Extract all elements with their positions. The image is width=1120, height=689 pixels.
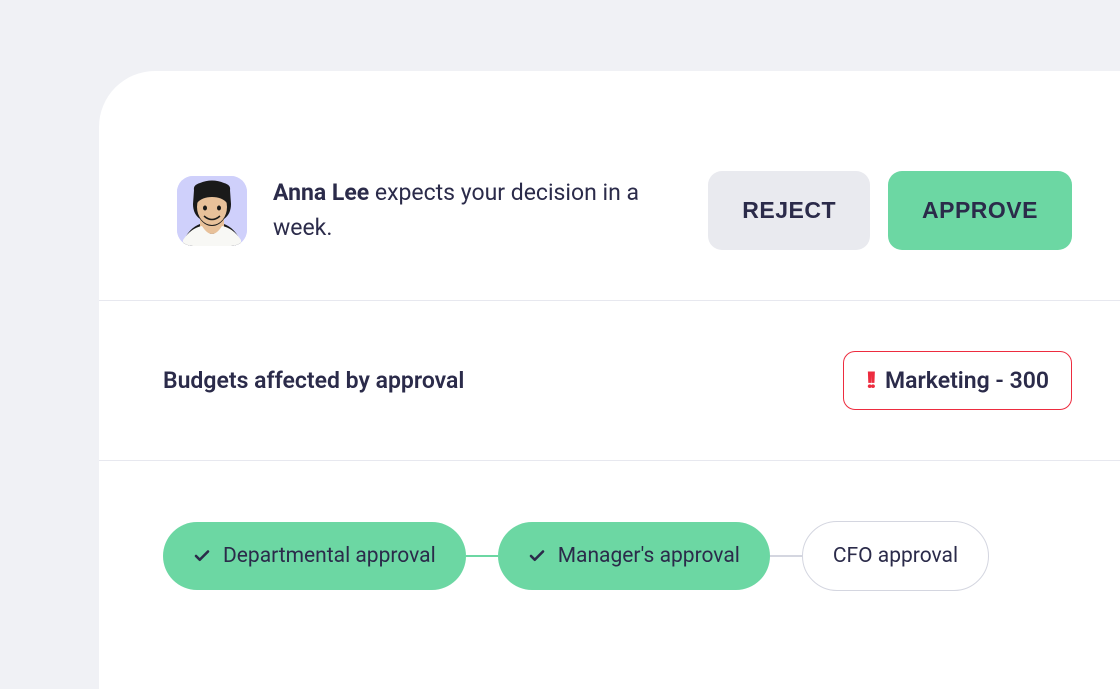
approval-flow: Departmental approval Manager's approval… [99, 461, 1120, 591]
page-background: Anna Lee expects your decision in a week… [0, 0, 1120, 689]
flow-step-label: CFO approval [833, 544, 958, 568]
flow-step-manager: Manager's approval [498, 522, 770, 590]
budget-chip: !! Marketing - 300 [843, 351, 1072, 410]
approve-button[interactable]: APPROVE [888, 171, 1072, 250]
decision-text: Anna Lee expects your decision in a week… [273, 176, 708, 245]
reject-button[interactable]: REJECT [708, 171, 870, 250]
avatar [177, 176, 247, 246]
avatar-icon [177, 176, 247, 246]
flow-connector [770, 555, 802, 557]
check-icon [193, 547, 211, 565]
flow-step-cfo: CFO approval [802, 521, 989, 591]
flow-step-label: Departmental approval [223, 544, 436, 568]
check-icon [528, 547, 546, 565]
flow-connector [466, 555, 498, 557]
alert-icon: !! [866, 367, 873, 394]
person-name: Anna Lee [273, 179, 369, 206]
budget-label: Budgets affected by approval [163, 367, 464, 394]
budget-row: Budgets affected by approval !! Marketin… [99, 301, 1120, 461]
budget-value: Marketing - 300 [885, 367, 1049, 394]
action-buttons: REJECT APPROVE [708, 171, 1072, 250]
approval-card: Anna Lee expects your decision in a week… [99, 71, 1120, 689]
header-row: Anna Lee expects your decision in a week… [99, 71, 1120, 301]
flow-step-label: Manager's approval [558, 544, 740, 568]
flow-step-departmental: Departmental approval [163, 522, 466, 590]
